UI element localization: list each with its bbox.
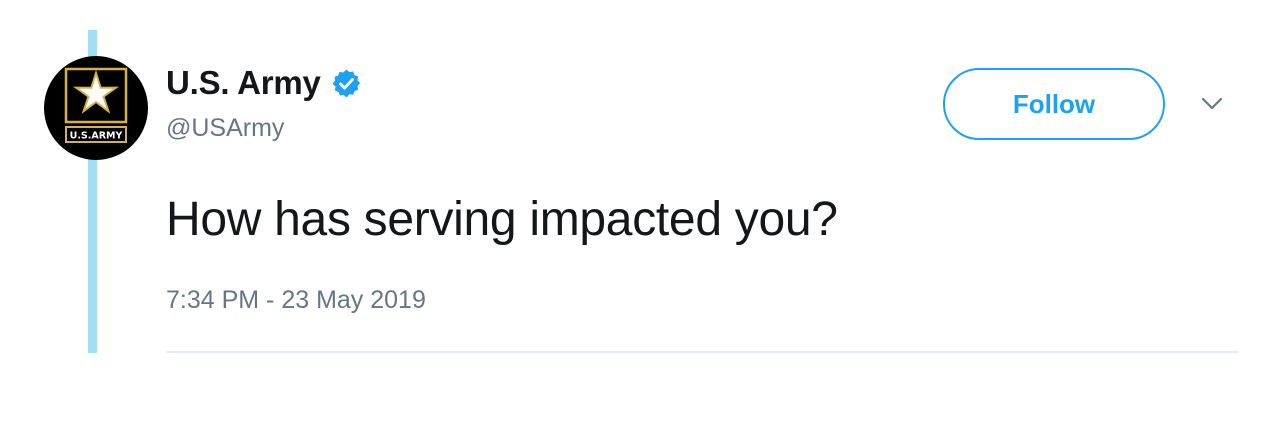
author-handle[interactable]: @USArmy [166,114,284,143]
tweet-timestamp[interactable]: 7:34 PM - 23 May 2019 [166,286,426,315]
verified-badge-icon [331,68,362,99]
tweet-text: How has serving impacted you? [166,193,838,246]
author-display-name[interactable]: U.S. Army [166,64,321,102]
author-name-row: U.S. Army [166,62,362,104]
chevron-down-icon[interactable] [1198,92,1226,116]
divider [166,351,1238,353]
follow-button[interactable]: Follow [943,68,1165,140]
avatar-logo-text: U.S.ARMY [70,131,123,142]
army-star-logo-icon: U.S.ARMY [64,67,128,143]
avatar[interactable]: U.S.ARMY [44,56,148,160]
